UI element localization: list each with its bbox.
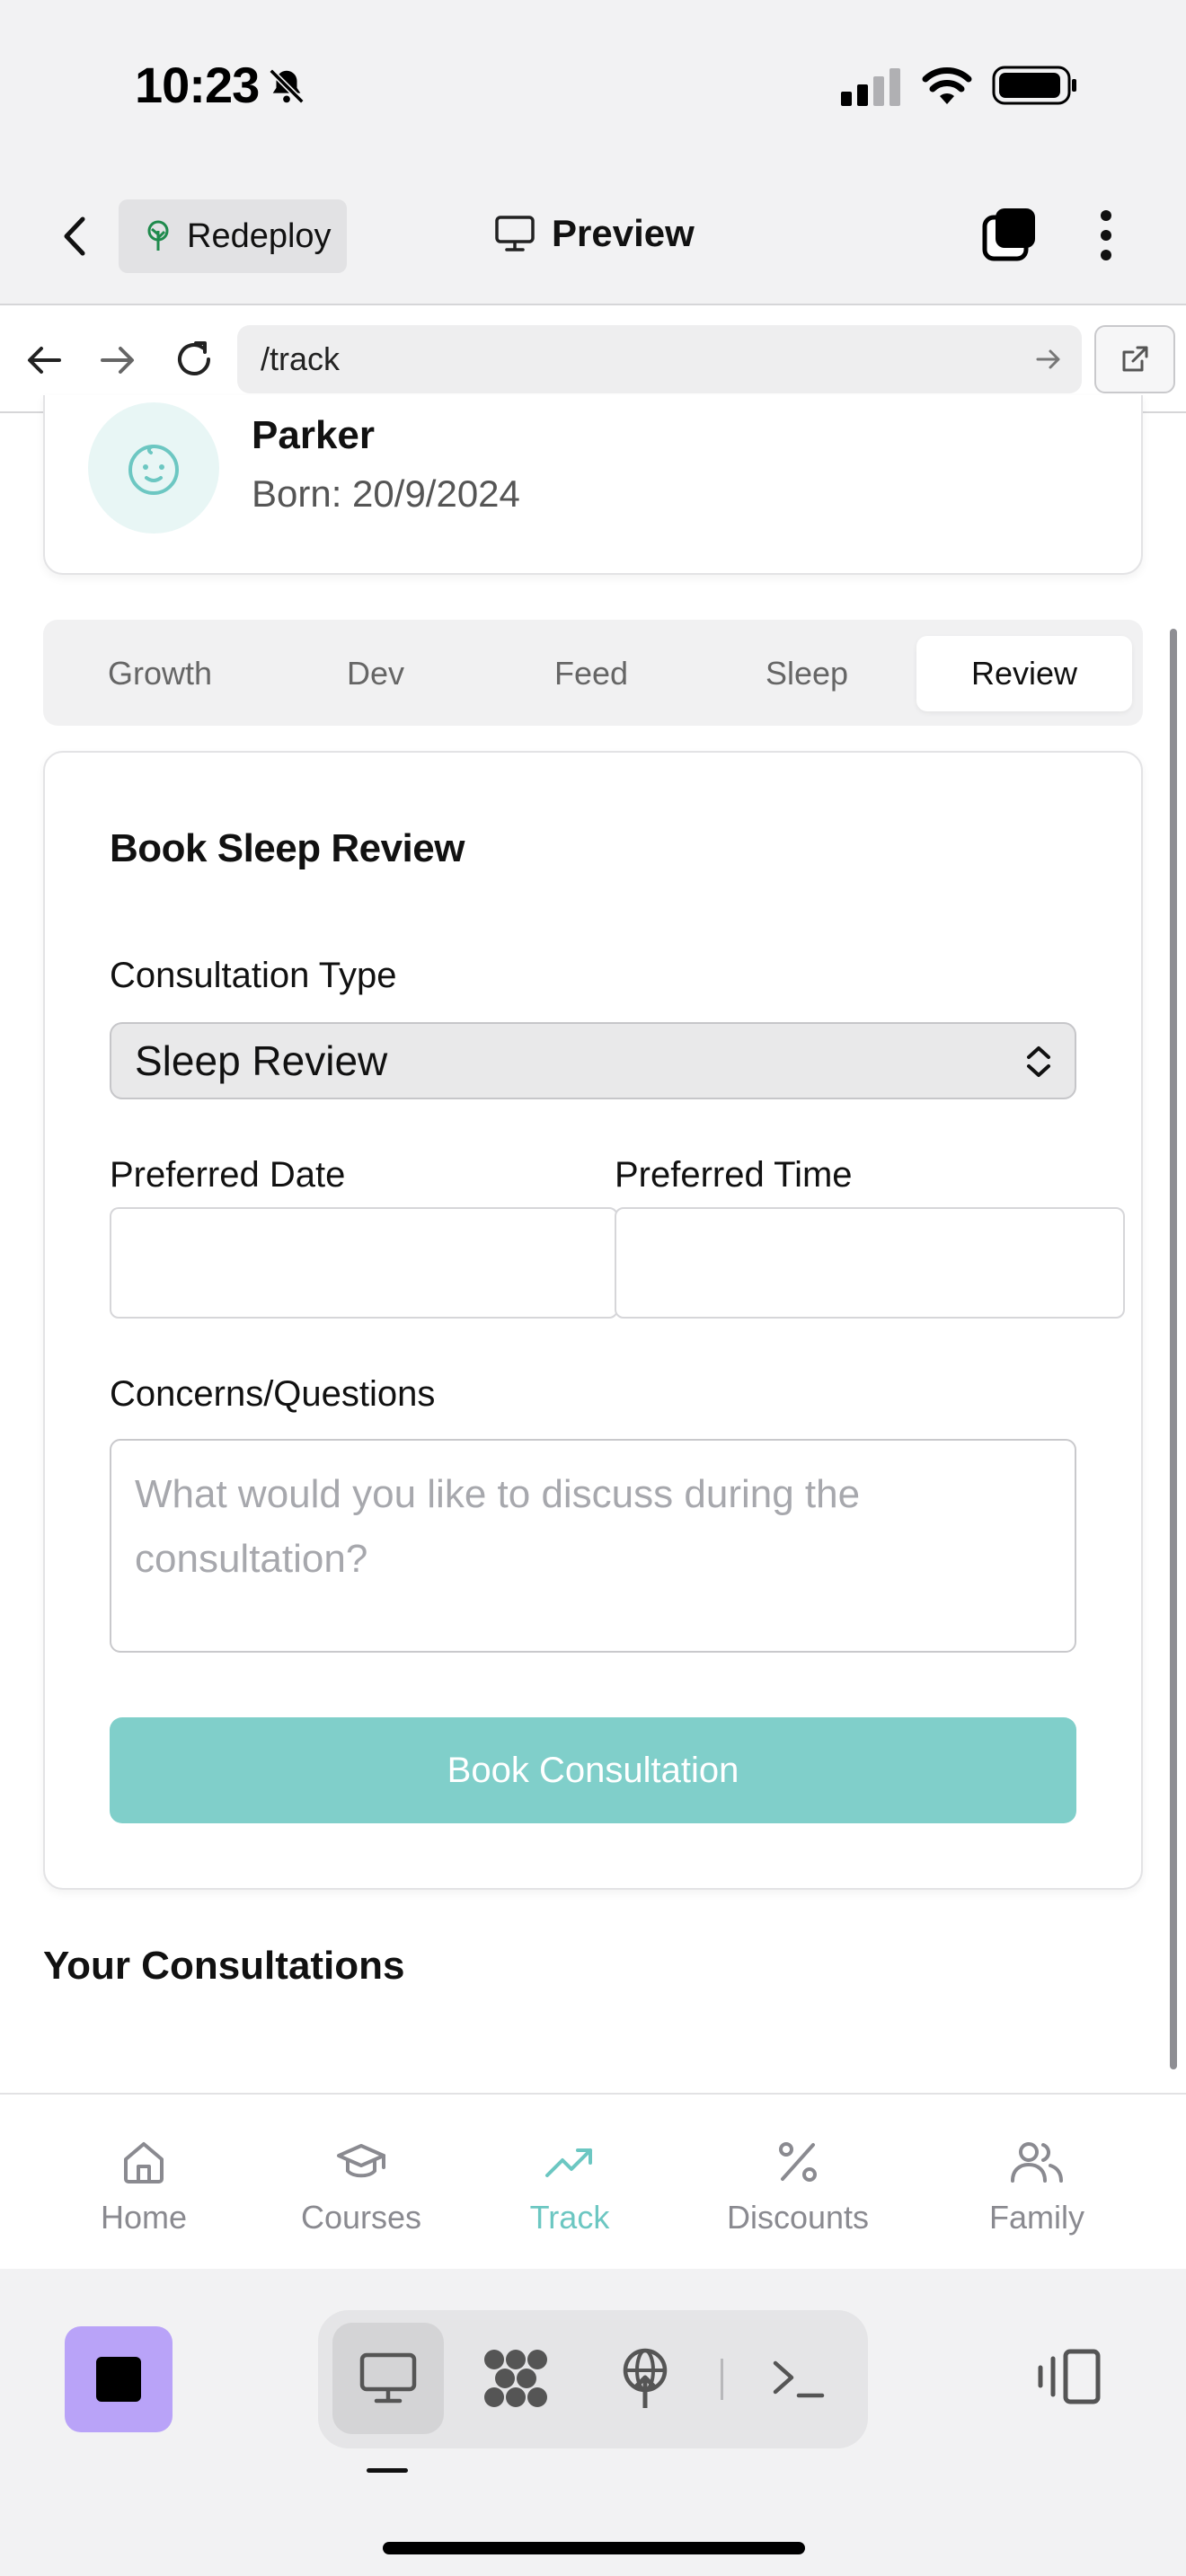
- project-chip-label: Redeploy: [187, 216, 332, 255]
- child-name: Parker: [252, 413, 376, 457]
- monitor-icon: [358, 2351, 418, 2405]
- trending-up-icon: [544, 2138, 596, 2186]
- concerns-label: Concerns/Questions: [110, 1374, 436, 1414]
- preferred-date-label: Preferred Date: [110, 1155, 346, 1195]
- preferred-date-input[interactable]: [110, 1207, 618, 1319]
- nav-track-label: Track: [529, 2199, 610, 2236]
- nav-family-label: Family: [989, 2199, 1084, 2236]
- chevron-up-down-icon: [1024, 1044, 1053, 1080]
- publish-icon: [617, 2347, 673, 2410]
- active-mode-indicator: [367, 2468, 408, 2473]
- wifi-icon: [922, 65, 972, 106]
- nav-family[interactable]: Family: [947, 2138, 1127, 2236]
- nav-home-label: Home: [100, 2199, 188, 2236]
- concerns-textarea[interactable]: What would you like to discuss during th…: [110, 1439, 1076, 1653]
- book-consultation-button[interactable]: Book Consultation: [110, 1717, 1076, 1823]
- stop-square-icon: [96, 2357, 141, 2402]
- bell-slash-icon: [266, 65, 307, 108]
- more-vertical-icon[interactable]: [1098, 208, 1114, 262]
- child-birthdate: Born: 20/9/2024: [252, 472, 520, 515]
- consultation-type-value: Sleep Review: [135, 1037, 388, 1084]
- nav-courses-label: Courses: [300, 2199, 422, 2236]
- project-chip[interactable]: Redeploy: [119, 199, 347, 273]
- baby-face-icon: [124, 438, 183, 498]
- preview-title-text: Preview: [552, 212, 695, 254]
- tab-growth[interactable]: Growth: [52, 636, 268, 711]
- consultation-type-label: Consultation Type: [110, 956, 397, 995]
- browser-forward-icon[interactable]: [99, 343, 137, 377]
- tab-review[interactable]: Review: [916, 636, 1132, 711]
- reload-icon[interactable]: [173, 338, 216, 381]
- layers-mode-button[interactable]: [460, 2323, 571, 2434]
- go-arrow-icon[interactable]: [1035, 347, 1062, 372]
- tab-dev[interactable]: Dev: [268, 636, 483, 711]
- percent-icon: [774, 2138, 822, 2186]
- open-external-button[interactable]: [1094, 325, 1175, 393]
- tab-sleep[interactable]: Sleep: [699, 636, 915, 711]
- preview-mode-button[interactable]: [332, 2323, 444, 2434]
- stop-button[interactable]: [65, 2326, 173, 2432]
- home-indicator: [383, 2542, 805, 2554]
- nav-track[interactable]: Track: [480, 2138, 659, 2236]
- url-text: /track: [261, 340, 341, 377]
- external-link-icon: [1119, 343, 1151, 375]
- users-icon: [1009, 2138, 1065, 2186]
- browser-back-icon[interactable]: [25, 343, 63, 377]
- tabs-switcher-icon[interactable]: [981, 205, 1039, 262]
- avatar: [88, 402, 219, 534]
- spheres-icon: [482, 2347, 550, 2410]
- graduation-cap-icon: [335, 2138, 387, 2186]
- panel-toggle-icon[interactable]: [1035, 2348, 1102, 2405]
- tab-feed[interactable]: Feed: [483, 636, 699, 711]
- back-chevron-icon[interactable]: [58, 214, 92, 259]
- battery-icon: [992, 65, 1078, 106]
- mode-divider: [721, 2359, 723, 2400]
- deploy-mode-button[interactable]: [589, 2323, 701, 2434]
- status-time: 10:23: [135, 57, 260, 113]
- preferred-time-label: Preferred Time: [615, 1155, 853, 1195]
- concerns-placeholder: What would you like to discuss during th…: [135, 1472, 861, 1581]
- cellular-signal-icon: [841, 68, 902, 106]
- consultation-type-select[interactable]: Sleep Review: [110, 1022, 1076, 1099]
- nav-home[interactable]: Home: [54, 2138, 234, 2236]
- tree-icon: [144, 220, 173, 252]
- nav-discounts-label: Discounts: [726, 2199, 870, 2236]
- nav-courses[interactable]: Courses: [271, 2138, 451, 2236]
- nav-discounts[interactable]: Discounts: [708, 2138, 888, 2236]
- home-icon: [119, 2138, 168, 2186]
- your-consultations-title: Your Consultations: [43, 1944, 405, 1988]
- url-field[interactable]: /track: [237, 325, 1082, 393]
- preferred-time-input[interactable]: [615, 1207, 1125, 1319]
- preview-title: Preview: [494, 212, 695, 255]
- page-scrollbar[interactable]: [1170, 629, 1177, 2069]
- form-title: Book Sleep Review: [110, 826, 465, 870]
- terminal-icon: [770, 2356, 826, 2401]
- terminal-mode-button[interactable]: [742, 2323, 854, 2434]
- monitor-icon: [494, 215, 535, 252]
